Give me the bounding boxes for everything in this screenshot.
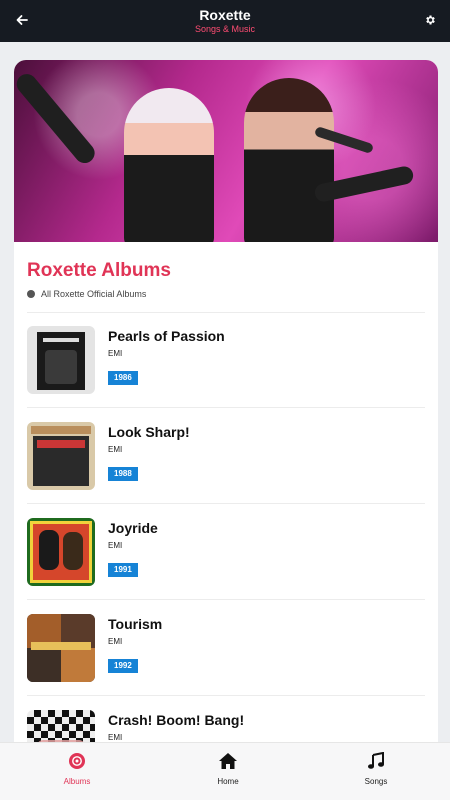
arrow-left-icon <box>16 15 28 25</box>
divider <box>27 312 425 313</box>
album-cover <box>27 326 95 394</box>
disc-icon <box>69 753 85 769</box>
album-title: Pearls of Passion <box>108 328 225 344</box>
album-title: Joyride <box>108 520 158 536</box>
albums-card: Roxette Albums All Roxette Official Albu… <box>14 60 438 742</box>
album-label: EMI <box>108 733 123 742</box>
gear-icon <box>426 15 435 25</box>
divider <box>27 599 425 600</box>
album-item[interactable]: Crash! Boom! Bang! EMI <box>27 710 425 742</box>
album-cover <box>27 710 95 742</box>
album-label: EMI <box>108 349 123 358</box>
year-badge: 1991 <box>108 563 138 577</box>
back-button[interactable] <box>12 10 32 30</box>
section-title: Roxette Albums <box>27 260 171 281</box>
divider <box>27 503 425 504</box>
nav-songs[interactable]: Songs <box>331 751 421 786</box>
divider <box>27 695 425 696</box>
nav-label: Albums <box>63 777 91 786</box>
album-label: EMI <box>108 445 123 454</box>
disc-icon <box>27 290 35 298</box>
year-badge: 1986 <box>108 371 138 385</box>
app-header: Roxette Songs & Music <box>0 0 450 42</box>
nav-label: Home <box>217 777 239 786</box>
year-badge: 1988 <box>108 467 138 481</box>
nav-label: Songs <box>364 777 388 786</box>
album-label: EMI <box>108 541 123 550</box>
album-title: Crash! Boom! Bang! <box>108 712 245 728</box>
album-label: EMI <box>108 637 123 646</box>
year-badge: 1992 <box>108 659 138 673</box>
nav-home[interactable]: Home <box>183 751 273 786</box>
home-icon <box>219 753 237 769</box>
bottom-navigation: Albums Home Songs <box>0 742 450 800</box>
page-title: Roxette <box>199 7 251 23</box>
nav-albums[interactable]: Albums <box>32 751 122 786</box>
section-subtitle-text: All Roxette Official Albums <box>41 289 147 299</box>
page-subtitle: Songs & Music <box>194 24 256 34</box>
album-cover <box>27 518 95 586</box>
hero-image <box>14 60 438 242</box>
album-cover <box>27 614 95 682</box>
album-title: Tourism <box>108 616 163 632</box>
settings-button[interactable] <box>420 10 440 30</box>
music-note-icon <box>368 752 384 769</box>
section-subtitle: All Roxette Official Albums <box>27 289 146 299</box>
album-title: Look Sharp! <box>108 424 190 440</box>
divider <box>27 407 425 408</box>
album-cover <box>27 422 95 490</box>
content-area[interactable]: Roxette Albums All Roxette Official Albu… <box>0 42 450 742</box>
header-titles: Roxette Songs & Music <box>195 8 255 34</box>
